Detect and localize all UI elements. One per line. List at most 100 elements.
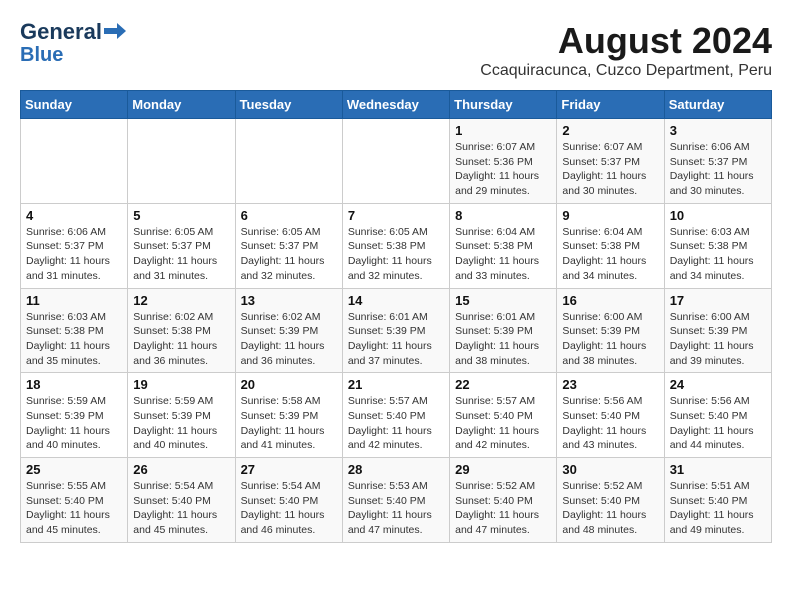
header-day-saturday: Saturday	[664, 91, 771, 119]
day-info: Sunrise: 5:56 AM Sunset: 5:40 PM Dayligh…	[562, 394, 658, 453]
day-info: Sunrise: 5:52 AM Sunset: 5:40 PM Dayligh…	[562, 479, 658, 538]
calendar-cell: 9 Sunrise: 6:04 AM Sunset: 5:38 PM Daylig…	[557, 203, 664, 288]
calendar-cell: 24Sunrise: 5:56 AM Sunset: 5:40 PM Dayli…	[664, 373, 771, 458]
day-info: Sunrise: 5:52 AM Sunset: 5:40 PM Dayligh…	[455, 479, 551, 538]
day-number: 18	[26, 377, 122, 392]
header-day-wednesday: Wednesday	[342, 91, 449, 119]
calendar-cell: 12 Sunrise: 6:02 AM Sunset: 5:38 PM Dayli…	[128, 288, 235, 373]
calendar-cell: 13 Sunrise: 6:02 AM Sunset: 5:39 PM Dayli…	[235, 288, 342, 373]
day-info: Sunrise: 6:06 AM Sunset: 5:37 PM Dayligh…	[670, 140, 766, 199]
header-day-tuesday: Tuesday	[235, 91, 342, 119]
day-number: 13	[241, 293, 337, 308]
day-number: 4	[26, 208, 122, 223]
calendar-cell: 26Sunrise: 5:54 AM Sunset: 5:40 PM Dayli…	[128, 458, 235, 543]
day-number: 6	[241, 208, 337, 223]
calendar-cell: 6 Sunrise: 6:05 AM Sunset: 5:37 PM Daylig…	[235, 203, 342, 288]
calendar-cell: 28 Sunrise: 5:53 AM Sunset: 5:40 PM Dayli…	[342, 458, 449, 543]
day-info: Sunrise: 5:54 AM Sunset: 5:40 PM Dayligh…	[241, 479, 337, 538]
calendar-table: SundayMondayTuesdayWednesdayThursdayFrid…	[20, 90, 772, 543]
day-number: 8	[455, 208, 551, 223]
calendar-cell: 25 Sunrise: 5:55 AM Sunset: 5:40 PM Dayli…	[21, 458, 128, 543]
day-number: 14	[348, 293, 444, 308]
day-info: Sunrise: 6:01 AM Sunset: 5:39 PM Dayligh…	[455, 310, 551, 369]
day-number: 11	[26, 293, 122, 308]
day-number: 19	[133, 377, 229, 392]
day-number: 21	[348, 377, 444, 392]
calendar-week-4: 18Sunrise: 5:59 AM Sunset: 5:39 PM Dayli…	[21, 373, 772, 458]
day-info: Sunrise: 6:05 AM Sunset: 5:37 PM Dayligh…	[241, 225, 337, 284]
calendar-cell	[235, 119, 342, 204]
page-header: General Blue August 2024 Ccaquiracunca, …	[20, 20, 772, 80]
calendar-cell: 5Sunrise: 6:05 AM Sunset: 5:37 PM Daylig…	[128, 203, 235, 288]
day-info: Sunrise: 6:02 AM Sunset: 5:39 PM Dayligh…	[241, 310, 337, 369]
day-info: Sunrise: 6:06 AM Sunset: 5:37 PM Dayligh…	[26, 225, 122, 284]
logo: General Blue	[20, 20, 126, 66]
calendar-cell: 4 Sunrise: 6:06 AM Sunset: 5:37 PM Daylig…	[21, 203, 128, 288]
day-info: Sunrise: 5:56 AM Sunset: 5:40 PM Dayligh…	[670, 394, 766, 453]
header-day-sunday: Sunday	[21, 91, 128, 119]
day-info: Sunrise: 5:58 AM Sunset: 5:39 PM Dayligh…	[241, 394, 337, 453]
calendar-cell: 20 Sunrise: 5:58 AM Sunset: 5:39 PM Dayli…	[235, 373, 342, 458]
day-info: Sunrise: 6:07 AM Sunset: 5:37 PM Dayligh…	[562, 140, 658, 199]
calendar-week-3: 11Sunrise: 6:03 AM Sunset: 5:38 PM Dayli…	[21, 288, 772, 373]
day-number: 15	[455, 293, 551, 308]
day-info: Sunrise: 6:07 AM Sunset: 5:36 PM Dayligh…	[455, 140, 551, 199]
calendar-cell: 17 Sunrise: 6:00 AM Sunset: 5:39 PM Dayli…	[664, 288, 771, 373]
calendar-cell	[21, 119, 128, 204]
day-info: Sunrise: 6:01 AM Sunset: 5:39 PM Dayligh…	[348, 310, 444, 369]
day-number: 10	[670, 208, 766, 223]
calendar-cell: 11Sunrise: 6:03 AM Sunset: 5:38 PM Dayli…	[21, 288, 128, 373]
day-number: 29	[455, 462, 551, 477]
calendar-cell: 21 Sunrise: 5:57 AM Sunset: 5:40 PM Dayli…	[342, 373, 449, 458]
calendar-cell: 23 Sunrise: 5:56 AM Sunset: 5:40 PM Dayli…	[557, 373, 664, 458]
calendar-cell	[342, 119, 449, 204]
calendar-cell: 19Sunrise: 5:59 AM Sunset: 5:39 PM Dayli…	[128, 373, 235, 458]
day-number: 1	[455, 123, 551, 138]
day-number: 27	[241, 462, 337, 477]
day-info: Sunrise: 5:54 AM Sunset: 5:40 PM Dayligh…	[133, 479, 229, 538]
day-number: 9	[562, 208, 658, 223]
day-info: Sunrise: 6:00 AM Sunset: 5:39 PM Dayligh…	[670, 310, 766, 369]
day-number: 3	[670, 123, 766, 138]
calendar-week-2: 4 Sunrise: 6:06 AM Sunset: 5:37 PM Daylig…	[21, 203, 772, 288]
day-info: Sunrise: 6:05 AM Sunset: 5:37 PM Dayligh…	[133, 225, 229, 284]
logo-text-general: General	[20, 20, 102, 44]
calendar-cell: 31Sunrise: 5:51 AM Sunset: 5:40 PM Dayli…	[664, 458, 771, 543]
calendar-cell: 2Sunrise: 6:07 AM Sunset: 5:37 PM Daylig…	[557, 119, 664, 204]
day-number: 17	[670, 293, 766, 308]
calendar-week-5: 25 Sunrise: 5:55 AM Sunset: 5:40 PM Dayli…	[21, 458, 772, 543]
day-info: Sunrise: 6:02 AM Sunset: 5:38 PM Dayligh…	[133, 310, 229, 369]
calendar-cell: 29 Sunrise: 5:52 AM Sunset: 5:40 PM Dayli…	[450, 458, 557, 543]
logo-text-blue: Blue	[20, 44, 63, 66]
day-info: Sunrise: 5:57 AM Sunset: 5:40 PM Dayligh…	[348, 394, 444, 453]
calendar-cell: 16Sunrise: 6:00 AM Sunset: 5:39 PM Dayli…	[557, 288, 664, 373]
calendar-cell: 3 Sunrise: 6:06 AM Sunset: 5:37 PM Daylig…	[664, 119, 771, 204]
day-number: 7	[348, 208, 444, 223]
day-number: 28	[348, 462, 444, 477]
header-day-monday: Monday	[128, 91, 235, 119]
calendar-header: SundayMondayTuesdayWednesdayThursdayFrid…	[21, 91, 772, 119]
calendar-cell: 15 Sunrise: 6:01 AM Sunset: 5:39 PM Dayli…	[450, 288, 557, 373]
day-number: 25	[26, 462, 122, 477]
day-number: 12	[133, 293, 229, 308]
day-info: Sunrise: 6:04 AM Sunset: 5:38 PM Dayligh…	[562, 225, 658, 284]
day-number: 23	[562, 377, 658, 392]
calendar-cell: 30 Sunrise: 5:52 AM Sunset: 5:40 PM Dayli…	[557, 458, 664, 543]
day-number: 30	[562, 462, 658, 477]
day-info: Sunrise: 6:00 AM Sunset: 5:39 PM Dayligh…	[562, 310, 658, 369]
calendar-cell	[128, 119, 235, 204]
day-info: Sunrise: 5:55 AM Sunset: 5:40 PM Dayligh…	[26, 479, 122, 538]
calendar-cell: 14 Sunrise: 6:01 AM Sunset: 5:39 PM Dayli…	[342, 288, 449, 373]
calendar-cell: 18Sunrise: 5:59 AM Sunset: 5:39 PM Dayli…	[21, 373, 128, 458]
header-day-thursday: Thursday	[450, 91, 557, 119]
day-number: 20	[241, 377, 337, 392]
main-title: August 2024	[480, 20, 772, 62]
day-info: Sunrise: 6:04 AM Sunset: 5:38 PM Dayligh…	[455, 225, 551, 284]
calendar-cell: 1 Sunrise: 6:07 AM Sunset: 5:36 PM Daylig…	[450, 119, 557, 204]
calendar-cell: 7Sunrise: 6:05 AM Sunset: 5:38 PM Daylig…	[342, 203, 449, 288]
header-day-friday: Friday	[557, 91, 664, 119]
day-info: Sunrise: 5:53 AM Sunset: 5:40 PM Dayligh…	[348, 479, 444, 538]
calendar-cell: 22Sunrise: 5:57 AM Sunset: 5:40 PM Dayli…	[450, 373, 557, 458]
day-info: Sunrise: 5:57 AM Sunset: 5:40 PM Dayligh…	[455, 394, 551, 453]
calendar-body: 1 Sunrise: 6:07 AM Sunset: 5:36 PM Daylig…	[21, 119, 772, 543]
